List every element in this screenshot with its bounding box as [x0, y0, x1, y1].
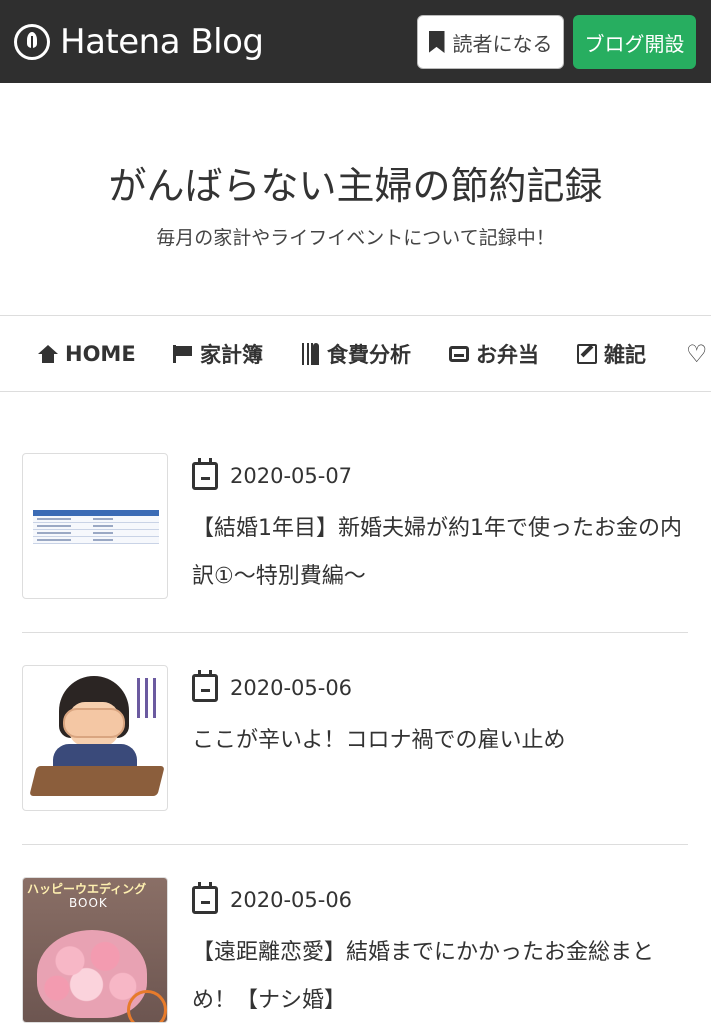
nav-item-label: お弁当: [476, 343, 539, 367]
article-list-item[interactable]: 2020-05-06 ここが辛いよ！コロナ禍での雇い止め: [22, 665, 688, 845]
nav-item-household-budget[interactable]: 家計簿: [173, 316, 263, 391]
blog-header: がんばらない主婦の節約記録 毎月の家計やライフイベントについて記録中！: [0, 83, 711, 315]
calendar-icon: [192, 882, 218, 914]
article-date-text: 2020-05-06: [230, 888, 353, 912]
subscribe-button-label: 読者になる: [452, 31, 553, 56]
article-list-item[interactable]: 2020-05-07 【結婚1年目】新婚夫婦が約1年で使ったお金の内訳①〜特別費…: [22, 453, 688, 633]
nav-item-home[interactable]: HOME: [38, 316, 136, 391]
article-list-item[interactable]: ハッピーウエディング BOOK 2020-05-06 【遠距離恋愛】結婚までにか…: [22, 877, 688, 1024]
article-date: 2020-05-06: [192, 670, 353, 705]
article-date-text: 2020-05-06: [230, 676, 353, 700]
article-date: 2020-05-07: [192, 458, 353, 493]
blog-title[interactable]: がんばらない主婦の節約記録: [0, 155, 711, 210]
calendar-icon: [192, 458, 218, 490]
article-thumbnail-spreadsheet[interactable]: [22, 453, 168, 599]
magazine-subtitle: BOOK: [69, 896, 108, 910]
article-date: 2020-05-06: [192, 882, 353, 917]
magazine-title: ハッピーウエディング: [27, 882, 147, 896]
top-bar: Hatena Blog 読者になる ブログ開設: [0, 0, 711, 83]
home-icon: [38, 345, 58, 363]
article-title-link[interactable]: 【遠距離恋愛】結婚までにかかったお金総まとめ！【ナシ婚】: [192, 929, 688, 1024]
category-nav: HOME 家計簿 食費分析 お弁当 雑記 ♡: [0, 315, 711, 392]
subscribe-button[interactable]: 読者になる: [417, 15, 564, 69]
bookmark-icon: [428, 31, 445, 53]
nav-item-bento[interactable]: お弁当: [449, 316, 539, 391]
start-blog-button[interactable]: ブログ開設: [573, 15, 696, 69]
article-date-text: 2020-05-07: [230, 464, 353, 488]
article-thumbnail-magazine[interactable]: ハッピーウエディング BOOK: [22, 877, 168, 1023]
spreadsheet-image: [33, 510, 159, 548]
nav-item-label: 雑記: [604, 343, 646, 367]
nav-item-misc[interactable]: 雑記: [577, 316, 646, 391]
nav-item-label: 家計簿: [200, 343, 263, 367]
calendar-icon: [192, 670, 218, 702]
blog-description: 毎月の家計やライフイベントについて記録中！: [156, 227, 555, 249]
heart-icon: ♡: [686, 340, 708, 368]
hatena-pen-icon: [14, 24, 50, 60]
start-blog-button-label: ブログ開設: [584, 31, 685, 56]
article-thumbnail-illustration[interactable]: [22, 665, 168, 811]
nav-item-label: HOME: [65, 342, 136, 366]
nav-item-favorites[interactable]: ♡: [686, 316, 711, 391]
brand-name: Hatena Blog: [60, 22, 264, 62]
nav-item-label: 食費分析: [327, 343, 411, 367]
edit-icon: [577, 344, 597, 364]
article-title-link[interactable]: ここが辛いよ！コロナ禍での雇い止め: [192, 717, 688, 765]
article-title-link[interactable]: 【結婚1年目】新婚夫婦が約1年で使ったお金の内訳①〜特別費編〜: [192, 505, 688, 601]
hatena-blog-logo[interactable]: Hatena Blog: [14, 20, 264, 64]
nav-item-food-analysis[interactable]: 食費分析: [302, 316, 411, 391]
inbox-icon: [449, 346, 469, 362]
cutlery-icon: [302, 343, 320, 365]
flag-icon: [173, 345, 193, 363]
wedding-book-image: ハッピーウエディング BOOK: [23, 878, 167, 1022]
